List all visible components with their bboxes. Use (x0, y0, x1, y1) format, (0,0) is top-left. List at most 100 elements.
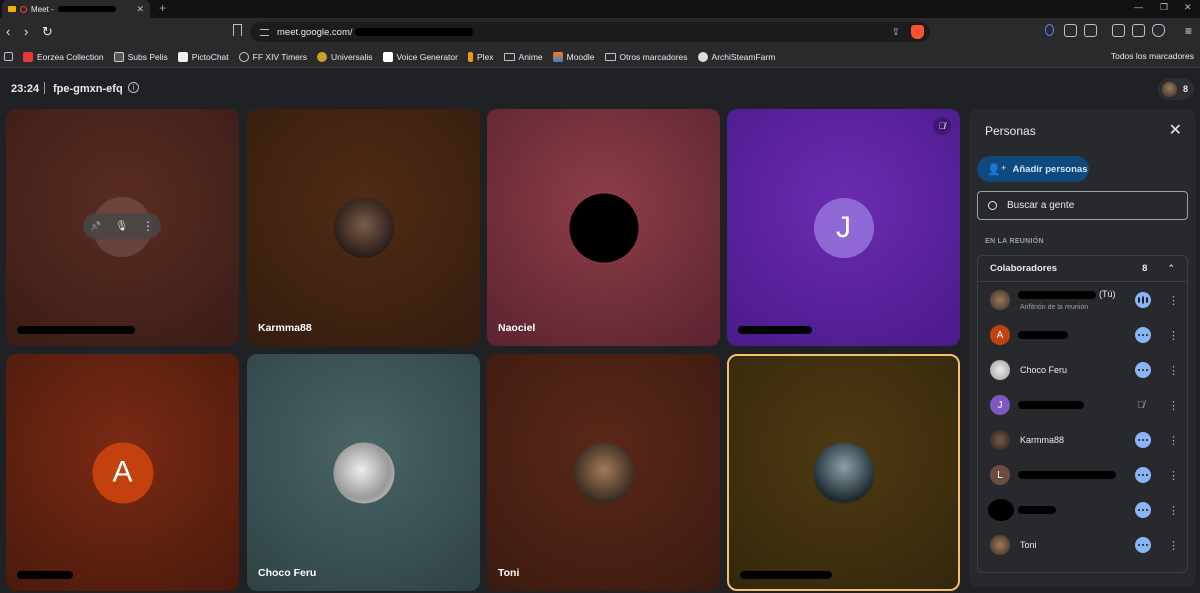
video-tile-active-speaker[interactable] (727, 354, 960, 591)
redacted-name (1018, 291, 1096, 299)
bookmark-asf[interactable]: ArchiSteamFarm (697, 51, 775, 62)
screenshot-icon[interactable] (1084, 24, 1097, 37)
avatar (813, 442, 874, 503)
avatar: A (92, 442, 153, 503)
back-icon[interactable]: ‹ (6, 24, 10, 39)
address-bar[interactable]: meet.google.com/ ⇪ (250, 22, 930, 42)
voice-generator-icon (382, 51, 393, 62)
avatar (333, 197, 394, 258)
redacted-url (354, 28, 473, 36)
list-item[interactable]: L ⋮ (978, 460, 1187, 490)
minimize-icon[interactable]: — (1134, 2, 1143, 12)
person-name: Choco Feru (1020, 365, 1068, 375)
bookmark-otros[interactable]: Otros marcadores (604, 52, 688, 62)
more-status-icon (1135, 467, 1151, 483)
tab-strip: Meet - ✕ + — ❐ ✕ (0, 0, 1200, 18)
info-icon[interactable]: i (128, 82, 139, 93)
participant-count: 8 (1183, 84, 1189, 94)
extensions-icon[interactable] (1064, 24, 1077, 37)
more-options-icon[interactable]: ⋮ (1168, 434, 1179, 447)
avatar (988, 499, 1014, 521)
more-options-icon[interactable]: ⋮ (1168, 364, 1179, 377)
avatar (990, 290, 1010, 310)
chevron-up-icon[interactable]: ⌃ (1167, 263, 1175, 274)
list-item[interactable]: J 🎙̸ ⋮ (978, 390, 1187, 420)
participants-button[interactable]: 8 (1158, 78, 1194, 100)
close-icon[interactable]: ✕ (1169, 120, 1182, 140)
mic-off-icon: 🎙̸ (933, 117, 951, 135)
bookmark-ffxiv[interactable]: FF XIV Timers (238, 51, 307, 62)
pin-icon[interactable]: 📌 (90, 221, 101, 232)
tab-meet[interactable]: Meet - ✕ (2, 0, 150, 18)
more-options-icon[interactable]: ⋮ (1168, 399, 1179, 412)
add-people-button[interactable]: 👤⁺ Añadir personas (977, 156, 1089, 182)
people-panel: Personas ✕ 👤⁺ Añadir personas EN LA REUN… (969, 109, 1196, 587)
list-item[interactable]: A ⋮ (978, 320, 1187, 350)
bookmark-moodle[interactable]: Moodle (552, 51, 595, 62)
video-tile[interactable]: Toni (487, 354, 720, 591)
video-tile[interactable]: Naociel (487, 109, 720, 346)
bookmark-voice[interactable]: Voice Generator (382, 51, 458, 62)
reload-icon[interactable]: ↻ (42, 24, 53, 40)
tab-title: Meet - (31, 4, 54, 14)
brave-shield-icon[interactable] (911, 25, 924, 39)
apps-icon[interactable] (4, 52, 13, 61)
bookmark-eorzea[interactable]: Eorzea Collection (23, 51, 104, 62)
tile-name: Naociel (498, 322, 536, 334)
more-options-icon[interactable]: ⋮ (1168, 504, 1179, 517)
more-options-icon[interactable]: ⋮ (1168, 329, 1179, 342)
close-tab-icon[interactable]: ✕ (136, 4, 144, 15)
video-tile[interactable]: Choco Feru (247, 354, 480, 591)
mic-icon[interactable]: 🎙 (115, 221, 128, 232)
group-count: 8 (1142, 263, 1148, 274)
moodle-icon (552, 51, 563, 62)
bookmark-page-icon[interactable] (233, 24, 242, 36)
bookmark-anime[interactable]: Anime (503, 52, 543, 62)
group-label: Colaboradores (990, 263, 1058, 274)
more-options-icon[interactable]: ⋮ (1168, 469, 1179, 482)
list-item[interactable]: Karmma88 ⋮ (978, 425, 1187, 455)
forward-icon[interactable]: › (24, 24, 28, 39)
menu-icon[interactable]: ≡ (1185, 24, 1192, 38)
collaborators-header[interactable]: Colaboradores 8 ⌃ (978, 256, 1187, 282)
video-tile[interactable]: A (6, 354, 239, 591)
url-text: meet.google.com/ (277, 26, 353, 38)
shield-icon[interactable] (1152, 24, 1165, 37)
search-field[interactable] (977, 191, 1188, 220)
vpn-icon[interactable] (1045, 24, 1054, 36)
list-item[interactable]: ⋮ (978, 495, 1187, 525)
search-icon (988, 201, 997, 210)
collaborators-group: Colaboradores 8 ⌃ (Tú) Anfitrión de la r… (977, 255, 1188, 573)
new-tab-icon[interactable]: + (159, 1, 166, 15)
folder-icon (604, 52, 616, 61)
video-tile[interactable]: 📌 🎙 ⋮ (6, 109, 239, 346)
bookmark-plex[interactable]: Plex (467, 51, 494, 62)
more-options-icon[interactable]: ⋮ (1168, 294, 1179, 307)
bookmark-subs[interactable]: Subs Pelis (113, 51, 168, 62)
video-tile[interactable]: Karmma88 (247, 109, 480, 346)
site-info-icon[interactable] (260, 28, 269, 36)
maximize-icon[interactable]: ❐ (1160, 2, 1168, 13)
bookmark-universalis[interactable]: Universalis (316, 51, 373, 62)
search-input[interactable] (1007, 200, 1167, 211)
list-item[interactable]: Toni ⋮ (978, 530, 1187, 560)
more-status-icon (1135, 362, 1151, 378)
more-options-icon[interactable]: ⋮ (142, 219, 154, 233)
avatar (990, 535, 1010, 555)
close-window-icon[interactable]: ✕ (1184, 2, 1192, 13)
list-item[interactable]: (Tú) Anfitrión de la reunión ⋮ (978, 285, 1187, 315)
all-bookmarks[interactable]: Todos los marcadores (1107, 51, 1194, 61)
avatar: J (813, 197, 874, 258)
sidebar-icon[interactable] (1112, 24, 1125, 37)
list-item[interactable]: Choco Feru ⋮ (978, 355, 1187, 385)
redacted-name (738, 326, 812, 334)
redacted-name (17, 326, 135, 334)
bookmark-pictochat[interactable]: PictoChat (177, 51, 229, 62)
toolbar: ‹ › ↻ meet.google.com/ ⇪ ≡ (0, 18, 1200, 46)
share-icon[interactable]: ⇪ (892, 27, 900, 38)
more-options-icon[interactable]: ⋮ (1168, 539, 1179, 552)
video-tile[interactable]: 🎙̸ J (727, 109, 960, 346)
wallet-icon[interactable] (1132, 24, 1145, 37)
folder-icon (503, 52, 515, 61)
redacted-name (1018, 471, 1116, 479)
